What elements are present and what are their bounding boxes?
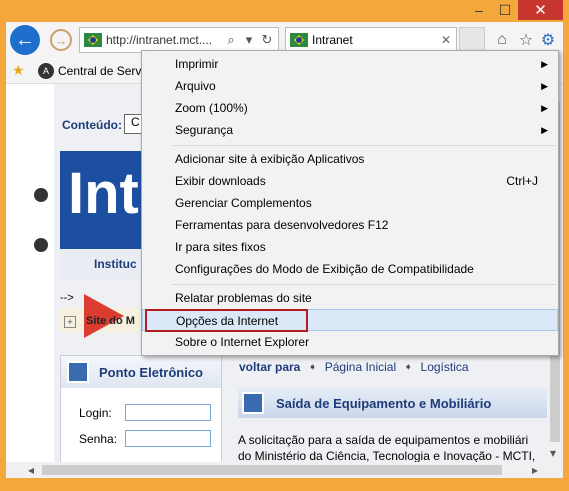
paragraph-line: do Ministério da Ciência, Tecnologia e I… (238, 449, 536, 462)
chevron-right-icon: ➧ (404, 361, 413, 373)
tab-favicon-icon (290, 33, 308, 47)
site-do-mcti-link[interactable]: Site do M (86, 315, 135, 327)
section-title: Saída de Equipamento e Mobiliário (276, 395, 492, 411)
scroll-left-icon[interactable]: ◂ (28, 463, 34, 477)
menu-item-exibir-downloads[interactable]: Exibir downloads Ctrl+J (142, 170, 558, 192)
senha-label: Senha: (79, 432, 118, 446)
address-text[interactable]: http://intranet.mct.... (106, 33, 222, 47)
menu-item-gerenciar-complementos[interactable]: Gerenciar Complementos (142, 192, 558, 214)
submenu-arrow-icon: ▶ (541, 59, 548, 69)
menu-item-relatar-problemas[interactable]: Relatar problemas do site (142, 287, 558, 309)
arrow-text: --> (60, 292, 74, 304)
section-header: Saída de Equipamento e Mobiliário (238, 388, 547, 418)
section-icon (242, 392, 264, 414)
gear-icon[interactable]: ⚙ (538, 30, 558, 50)
menu-item-label: Zoom (100%) (175, 101, 248, 115)
favorite-link-central-servicos[interactable]: Central de Servi (58, 64, 144, 78)
tab-close-icon[interactable]: ✕ (436, 33, 456, 47)
menu-item-seguranca[interactable]: Segurança ▶ (142, 119, 558, 141)
menu-item-sobre-ie[interactable]: Sobre o Internet Explorer (142, 331, 558, 353)
chevron-right-icon: ➧ (308, 361, 317, 373)
maximize-button[interactable]: ☐ (492, 0, 518, 20)
submenu-arrow-icon: ▶ (541, 125, 548, 135)
refresh-icon[interactable]: ↻ (258, 32, 276, 48)
breadcrumb: voltar para ➧ Página Inicial ➧ Logística (239, 360, 469, 374)
menu-item-label: Exibir downloads (175, 174, 266, 188)
back-button[interactable]: ← (10, 25, 40, 55)
banner-text: Int (68, 161, 139, 226)
menu-shortcut: Ctrl+J (506, 174, 538, 188)
favorites-star-icon[interactable]: ☆ (516, 30, 536, 50)
scroll-right-icon[interactable]: ▸ (532, 463, 538, 477)
menu-item-arquivo[interactable]: Arquivo ▶ (142, 75, 558, 97)
add-favorite-icon[interactable]: ★ (12, 62, 30, 79)
tools-menu: Imprimir ▶ Arquivo ▶ Zoom (100%) ▶ Segur… (141, 50, 559, 356)
browser-window: – ☐ ✕ ← → http://intranet.mct.... ⌕ ▾ ↻ … (0, 0, 569, 491)
forward-arrow-icon: → (54, 32, 68, 48)
menu-separator (172, 284, 556, 285)
menu-item-label: Relatar problemas do site (175, 291, 312, 305)
menu-item-imprimir[interactable]: Imprimir ▶ (142, 53, 558, 75)
menu-item-label: Gerenciar Complementos (175, 196, 312, 210)
ponto-header: Ponto Eletrônico (61, 356, 221, 388)
menu-item-label: Configurações do Modo de Exibição de Com… (175, 262, 474, 276)
menu-item-compatibilidade[interactable]: Configurações do Modo de Exibição de Com… (142, 258, 558, 280)
highlight-box (145, 309, 308, 332)
menu-item-label: Segurança (175, 123, 234, 137)
link-logistica[interactable]: Logística (421, 360, 469, 374)
ponto-icon (67, 361, 89, 383)
binder-ring-icon (34, 238, 48, 252)
menu-item-zoom[interactable]: Zoom (100%) ▶ (142, 97, 558, 119)
target-icon: + (64, 316, 76, 328)
menu-item-label: Sobre o Internet Explorer (175, 335, 310, 349)
dropdown-icon[interactable]: ▾ (240, 32, 258, 48)
horizontal-scrollbar[interactable]: ◂ ▸ (6, 462, 547, 478)
menu-item-label: Arquivo (175, 79, 216, 93)
ponto-eletronico-panel: Ponto Eletrônico Login: Senha: (60, 355, 222, 462)
login-label: Login: (79, 406, 112, 420)
login-input[interactable] (125, 404, 211, 421)
submenu-arrow-icon: ▶ (541, 81, 548, 91)
site-favicon-icon (84, 33, 102, 47)
ponto-title: Ponto Eletrônico (99, 364, 203, 380)
submenu-arrow-icon: ▶ (541, 103, 548, 113)
voltar-label: voltar para (239, 360, 301, 374)
menu-item-ferramentas-f12[interactable]: Ferramentas para desenvolvedores F12 (142, 214, 558, 236)
forward-button[interactable]: → (50, 29, 72, 51)
search-icon[interactable]: ⌕ (222, 32, 240, 48)
minimize-button[interactable]: – (466, 0, 492, 20)
menu-item-label: Ferramentas para desenvolvedores F12 (175, 218, 389, 232)
close-window-button[interactable]: ✕ (518, 0, 563, 20)
menu-item-label: Imprimir (175, 57, 219, 71)
tab-title: Intranet (312, 33, 353, 47)
section-paragraph: A solicitação para a saída de equipament… (238, 432, 547, 462)
conteudo-label: Conteúdo: (62, 118, 122, 132)
binder-ring-icon (34, 188, 48, 202)
scroll-down-icon[interactable]: ▾ (550, 446, 556, 460)
menu-item-sites-fixos[interactable]: Ir para sites fixos (142, 236, 558, 258)
home-icon[interactable]: ⌂ (492, 30, 512, 50)
back-arrow-icon: ← (15, 28, 35, 51)
menu-item-label: Ir para sites fixos (175, 240, 266, 254)
central-servicos-icon: A (38, 62, 54, 79)
menu-separator (172, 145, 556, 146)
paragraph-line: A solicitação para a saída de equipament… (238, 433, 529, 447)
window-controls: – ☐ ✕ (466, 0, 563, 22)
horizontal-scroll-thumb[interactable] (42, 465, 502, 475)
link-pagina-inicial[interactable]: Página Inicial (325, 360, 396, 374)
menu-item-label: Adicionar site à exibição Aplicativos (175, 152, 365, 166)
resize-grip[interactable] (547, 462, 563, 478)
nav-institucional[interactable]: Instituc (94, 257, 137, 271)
menu-item-adicionar-site[interactable]: Adicionar site à exibição Aplicativos (142, 148, 558, 170)
senha-input[interactable] (125, 430, 211, 447)
